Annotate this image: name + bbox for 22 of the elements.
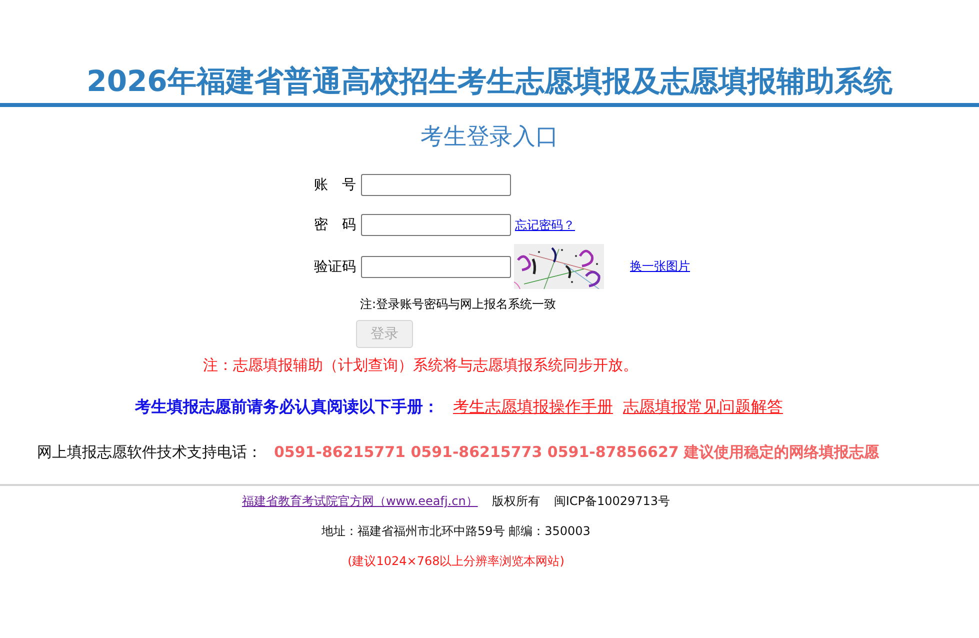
refresh-captcha-link[interactable]: 换一张图片	[630, 258, 690, 275]
manual-link[interactable]: 考生志愿填报操作手册	[453, 397, 613, 417]
copyright-text: 版权所有	[492, 493, 540, 509]
manual-prompt: 考生填报志愿前请务必认真阅读以下手册：	[135, 397, 439, 417]
forgot-password-link[interactable]: 忘记密码？	[515, 216, 575, 234]
icp-text: 闽ICP备10029713号	[554, 493, 670, 509]
field-label: 密 码	[314, 216, 356, 234]
login-note: 注:登录账号密码与网上报名系统一致	[360, 296, 556, 312]
official-site-link[interactable]: 福建省教育考试院官方网（www.eeafj.cn）	[242, 493, 478, 509]
support-phones: 0591-86215771 0591-86215773 0591-87856627 建议使用稳定的网络填报志愿	[274, 442, 880, 462]
captcha-input[interactable]	[361, 256, 511, 278]
field-label: 账 号	[314, 176, 356, 194]
password-input[interactable]	[361, 214, 511, 236]
page-title: 2026年福建省普通高校招生考生志愿填报及志愿填报辅助系统	[86, 63, 892, 100]
manual-link[interactable]: 志愿填报常见问题解答	[623, 397, 783, 417]
account-input[interactable]	[361, 174, 511, 196]
notice-text: 注：志愿填报辅助（计划查询）系统将与志愿填报系统同步开放。	[203, 355, 638, 375]
address-text: 地址：福建省福州市北环中路59号 邮编：350003	[322, 523, 590, 539]
field-label: 验证码	[314, 258, 356, 276]
resolution-advice: (建议1024×768以上分辨率浏览本网站)	[348, 553, 564, 569]
login-title: 考生登录入口	[420, 123, 558, 152]
support-label: 网上填报志愿软件技术支持电话：	[37, 442, 262, 462]
